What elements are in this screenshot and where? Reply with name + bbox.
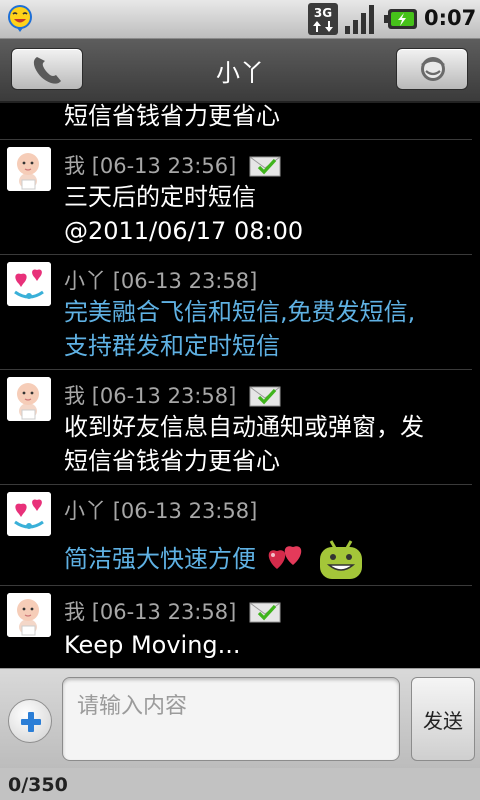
message-item[interactable]: 我 [06-13 23:56] 三天后的定时短信 @2011/06/17 08:… <box>0 140 472 255</box>
hearts-emoticon <box>268 546 301 569</box>
android-smile-emoticon <box>320 540 363 579</box>
delivered-check-icon <box>249 602 281 623</box>
message-text: 短信省钱省力更省心 <box>64 103 280 130</box>
attach-button[interactable] <box>8 699 52 743</box>
message-meta: 小丫 [06-13 23:58] <box>64 495 257 525</box>
message-text: 完美融合飞信和短信,免费发短信, 支持群发和定时短信 <box>64 298 416 360</box>
message-meta: 我 [06-13 23:58] <box>64 596 281 626</box>
clock: 0:07 <box>424 6 477 30</box>
send-button[interactable]: 发送 <box>411 677 475 761</box>
char-counter: 0/350 <box>8 774 68 796</box>
message-text: 收到好友信息自动通知或弹窗，发 短信省钱省力更省心 <box>64 413 424 475</box>
message-text: Keep Moving... <box>64 631 241 659</box>
message-time: [06-13 23:58] <box>112 269 258 293</box>
message-item[interactable]: 我 [06-13 23:58] 收到好友信息自动通知或弹窗，发 短信省钱省力更省… <box>0 370 472 485</box>
message-time: [06-13 23:56] <box>91 154 237 178</box>
signal-strength-icon <box>345 5 374 34</box>
sender-name: 小丫 <box>64 499 106 523</box>
delivered-check-icon <box>249 156 281 177</box>
3g-data-icon: 3G <box>308 3 338 35</box>
avatar-baby <box>7 377 51 421</box>
composer-bar: 发送 <box>0 668 480 769</box>
contact-button[interactable] <box>396 48 468 90</box>
contact-icon <box>421 57 445 81</box>
sender-name: 我 <box>64 600 85 624</box>
status-bar: 3G 0:07 <box>0 0 480 39</box>
message-meta: 小丫 [06-13 23:58] <box>64 265 257 295</box>
message-time: [06-13 23:58] <box>91 384 237 408</box>
message-item[interactable]: 小丫 [06-13 23:58] 完美融合飞信和短信,免费发短信, 支持群发和定… <box>0 255 472 370</box>
avatar-baby <box>7 593 51 637</box>
message-time: [06-13 23:58] <box>91 600 237 624</box>
sender-name: 小丫 <box>64 269 106 293</box>
battery-charging-icon <box>384 9 417 29</box>
plus-icon <box>21 712 41 732</box>
message-item[interactable]: 小丫 [06-13 23:58] 简洁强大快速方便 <box>0 485 472 586</box>
message-meta: 我 [06-13 23:56] <box>64 150 281 180</box>
message-text: 简洁强大快速方便 <box>64 537 468 581</box>
app-face-icon <box>8 5 32 32</box>
composer-footer: 0/350 <box>0 768 480 800</box>
message-item[interactable]: 短信省钱省力更省心 <box>0 103 472 140</box>
message-time: [06-13 23:58] <box>112 499 258 523</box>
avatar-hearts <box>7 492 51 536</box>
avatar-hearts <box>7 262 51 306</box>
message-meta: 我 [06-13 23:58] <box>64 380 281 410</box>
message-text: 三天后的定时短信 @2011/06/17 08:00 <box>64 183 304 245</box>
avatar-baby <box>7 147 51 191</box>
svg-text:3G: 3G <box>314 6 332 20</box>
message-input[interactable] <box>62 677 400 761</box>
message-list[interactable]: 短信省钱省力更省心 我 [06-13 23:56] 三天后的定时短信 @2011… <box>0 103 480 668</box>
sender-name: 我 <box>64 384 85 408</box>
message-item[interactable]: 我 [06-13 23:58] Keep Moving... <box>0 586 472 668</box>
sender-name: 我 <box>64 154 85 178</box>
delivered-check-icon <box>249 386 281 407</box>
title-bar: 小丫 <box>0 39 480 103</box>
